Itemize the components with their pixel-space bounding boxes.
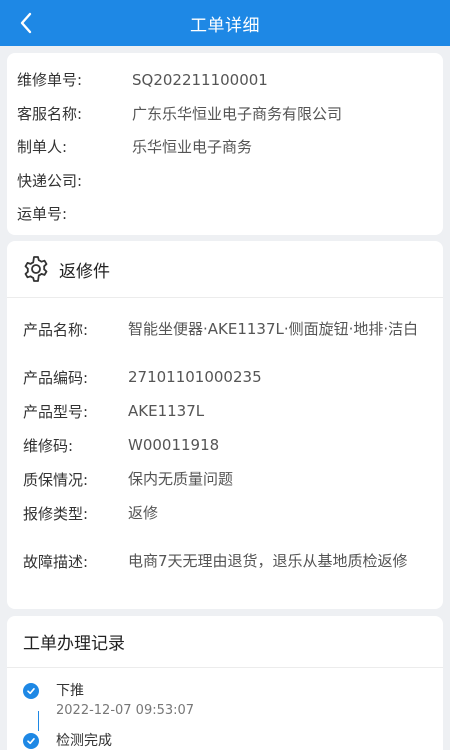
timeline-item-name: 下推 [56, 683, 84, 699]
detail-label: 报修类型: [23, 504, 89, 523]
section-title: 返修件 [59, 261, 110, 282]
detail-label: 质保情况: [23, 470, 89, 489]
timeline-item-time: 2022-12-07 09:53:07 [56, 703, 195, 718]
detail-row-repair-code: 维修码: W00011918 [23, 428, 431, 462]
info-label: 快递公司: [17, 171, 83, 190]
back-button[interactable] [14, 10, 38, 36]
detail-label: 维修码: [23, 436, 74, 455]
gear-icon [24, 256, 48, 282]
detail-value: 保内无质量问题 [128, 470, 234, 488]
info-row-order-number: 维修单号: SQ202211100001 [17, 63, 443, 97]
page-title: 工单详细 [190, 15, 260, 36]
return-item-header: 返修件 [7, 241, 443, 298]
timeline-item-name: 检测完成 [56, 733, 112, 749]
detail-value: W00011918 [128, 436, 220, 454]
detail-label: 产品名称: [23, 320, 89, 339]
detail-row-repair-type: 报修类型: 返修 [23, 496, 431, 530]
info-row-creator: 制单人: 乐华恒业电子商务 [17, 130, 443, 164]
detail-label: 产品型号: [23, 402, 89, 421]
info-value: 广东乐华恒业电子商务有限公司 [132, 104, 343, 123]
records-title: 工单办理记录 [7, 616, 443, 668]
info-label: 维修单号: [17, 71, 83, 90]
info-row-waybill: 运单号: [17, 197, 443, 231]
detail-row-product-code: 产品编码: 27101101000235 [23, 360, 431, 394]
timeline-item: 检测完成 [23, 732, 443, 750]
info-value: SQ202211100001 [132, 70, 268, 89]
detail-row-product-model: 产品型号: AKE1137L [23, 394, 431, 428]
check-circle-icon [23, 733, 39, 749]
return-item-details: 产品名称: 智能坐便器·AKE1137L·侧面旋钮·地排·洁白 产品编码: 27… [7, 298, 443, 592]
info-label: 客服名称: [17, 104, 83, 123]
detail-value: 智能坐便器·AKE1137L·侧面旋钮·地排·洁白 [128, 320, 419, 338]
info-row-service-name: 客服名称: 广东乐华恒业电子商务有限公司 [17, 97, 443, 131]
detail-row-product-name: 产品名称: 智能坐便器·AKE1137L·侧面旋钮·地排·洁白 [23, 298, 431, 360]
return-item-card: 返修件 产品名称: 智能坐便器·AKE1137L·侧面旋钮·地排·洁白 产品编码… [7, 241, 443, 609]
chevron-left-icon [20, 12, 32, 34]
detail-value: 返修 [128, 504, 159, 522]
info-label: 运单号: [17, 205, 68, 224]
info-label: 制单人: [17, 138, 68, 157]
detail-value: AKE1137L [128, 402, 205, 420]
detail-label: 产品编码: [23, 368, 89, 387]
timeline-item: 下推 2022-12-07 09:53:07 [23, 682, 443, 722]
detail-row-warranty: 质保情况: 保内无质量问题 [23, 462, 431, 496]
records-timeline: 下推 2022-12-07 09:53:07 检测完成 [7, 668, 443, 750]
check-circle-icon [23, 683, 39, 699]
info-value: 乐华恒业电子商务 [132, 138, 253, 157]
detail-row-fault-description: 故障描述: 电商7天无理由退货，退乐从基地质检返修 [23, 530, 431, 592]
records-card: 工单办理记录 下推 2022-12-07 09:53:07 检测完成 [7, 616, 443, 750]
info-row-courier: 快递公司: [17, 164, 443, 198]
detail-label: 故障描述: [23, 552, 89, 571]
order-basic-card: 维修单号: SQ202211100001 客服名称: 广东乐华恒业电子商务有限公… [7, 53, 443, 235]
detail-value: 27101101000235 [128, 368, 262, 386]
detail-value: 电商7天无理由退货，退乐从基地质检返修 [128, 552, 408, 570]
app-header: 工单详细 [0, 0, 450, 46]
